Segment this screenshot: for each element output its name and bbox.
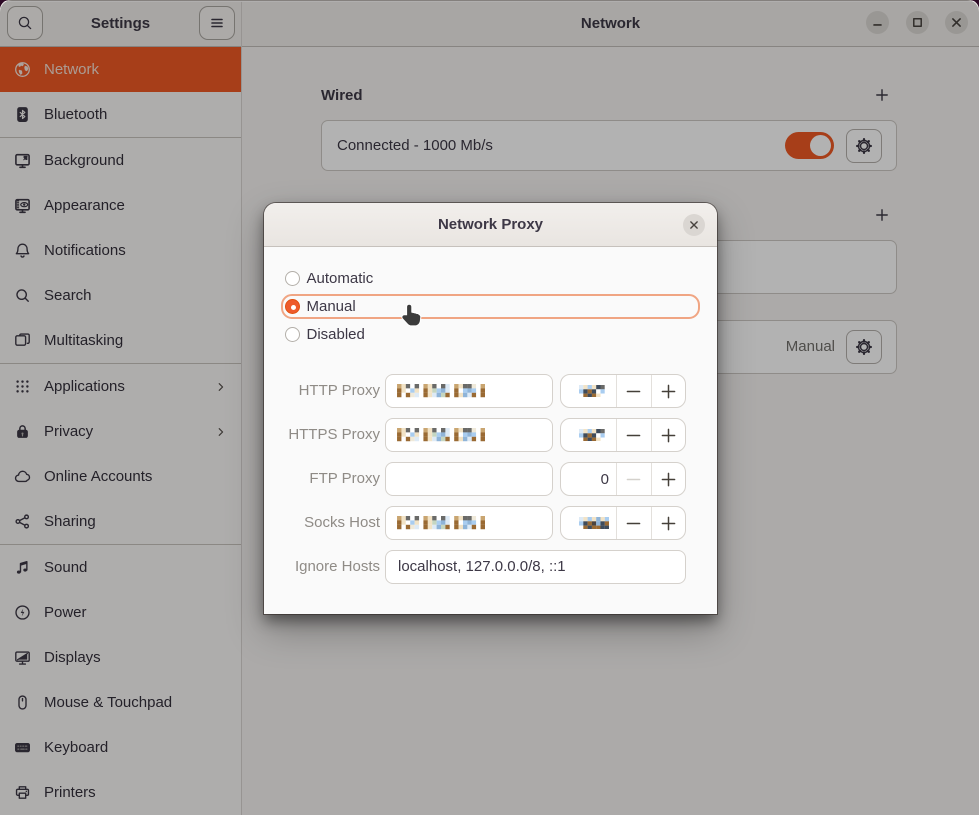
- radio-checked-icon[interactable]: [285, 299, 300, 314]
- port-increase-button[interactable]: [652, 463, 686, 495]
- redacted-pixelation: [397, 384, 485, 397]
- form-row-ignore-hosts: Ignore Hostslocalhost, 127.0.0.0/8, ::1: [264, 550, 717, 584]
- redacted-pixelation: [397, 428, 485, 441]
- http-proxy-port-spinbutton: [560, 374, 686, 408]
- redacted-pixelation: [579, 385, 609, 398]
- ftp-proxy-port-spinbutton: 0: [560, 462, 686, 496]
- ignore-hosts-value: localhost, 127.0.0.0/8, ::1: [386, 551, 685, 583]
- port-increase-button[interactable]: [652, 375, 686, 407]
- redacted-pixelation: [579, 429, 609, 442]
- dialog-titlebar: Network Proxy: [264, 203, 717, 247]
- redacted-pixelation: [579, 517, 609, 530]
- radio-unchecked-icon[interactable]: [285, 271, 300, 286]
- port-value[interactable]: [561, 507, 616, 539]
- radio-option-label: Manual: [307, 298, 356, 315]
- radio-option-label: Disabled: [307, 326, 365, 343]
- dialog-title: Network Proxy: [438, 216, 543, 233]
- https-proxy-port-spinbutton: [560, 418, 686, 452]
- port-value[interactable]: [561, 375, 616, 407]
- field-label: Ignore Hosts: [264, 550, 380, 584]
- proxy-option-automatic[interactable]: Automatic: [285, 264, 374, 292]
- proxy-option-disabled[interactable]: Disabled: [285, 321, 365, 349]
- https-proxy-input[interactable]: [385, 418, 553, 452]
- port-decrease-button[interactable]: [617, 463, 651, 495]
- ignore-hosts-input[interactable]: localhost, 127.0.0.0/8, ::1: [385, 550, 686, 584]
- socks-host-input[interactable]: [385, 506, 553, 540]
- form-row-http-proxy: HTTP Proxy: [264, 374, 717, 408]
- port-decrease-button[interactable]: [617, 375, 651, 407]
- field-label: FTP Proxy: [264, 462, 380, 496]
- port-value[interactable]: [561, 419, 616, 451]
- form-row-https-proxy: HTTPS Proxy: [264, 418, 717, 452]
- port-decrease-button[interactable]: [617, 419, 651, 451]
- close-icon: [687, 218, 701, 232]
- network-proxy-dialog: Network Proxy Automatic Manual Disabled HT…: [264, 203, 717, 614]
- redacted-pixelation: [397, 516, 485, 529]
- ftp-proxy-input[interactable]: [385, 462, 553, 496]
- field-label: Socks Host: [264, 506, 380, 540]
- port-increase-button[interactable]: [652, 507, 686, 539]
- socks-host-port-spinbutton: [560, 506, 686, 540]
- radio-unchecked-icon[interactable]: [285, 327, 300, 342]
- field-label: HTTP Proxy: [264, 374, 380, 408]
- port-decrease-button[interactable]: [617, 507, 651, 539]
- form-row-socks-host: Socks Host: [264, 506, 717, 540]
- port-value[interactable]: 0: [561, 463, 616, 495]
- radio-option-label: Automatic: [307, 270, 374, 287]
- dialog-close-button[interactable]: [683, 214, 705, 236]
- http-proxy-input[interactable]: [385, 374, 553, 408]
- proxy-option-manual[interactable]: Manual: [285, 292, 356, 320]
- field-label: HTTPS Proxy: [264, 418, 380, 452]
- mouse-cursor: [400, 304, 423, 328]
- port-increase-button[interactable]: [652, 419, 686, 451]
- form-row-ftp-proxy: FTP Proxy 0: [264, 462, 717, 496]
